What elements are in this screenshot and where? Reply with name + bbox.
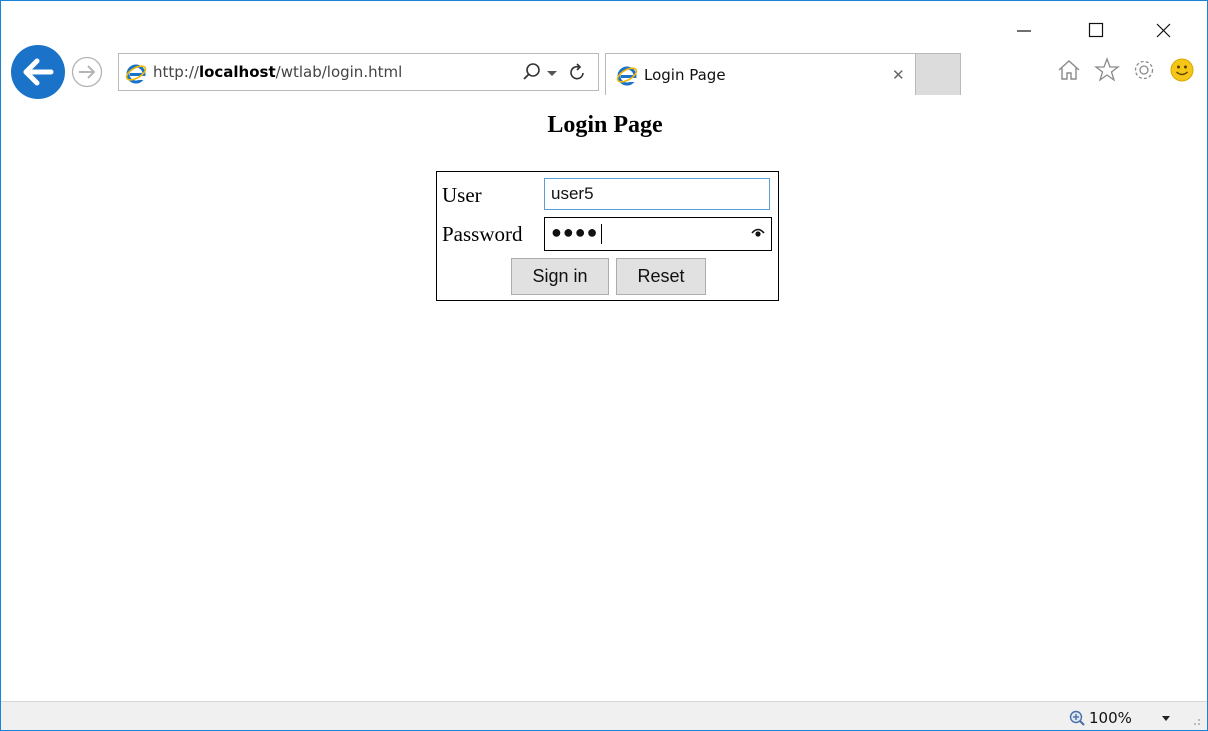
- window-close-button[interactable]: [1143, 15, 1183, 45]
- maximize-button[interactable]: [1076, 15, 1116, 45]
- browser-window: http://localhost/wtlab/login.html Login …: [0, 0, 1208, 731]
- search-icon[interactable]: [522, 62, 542, 82]
- tab-login-page[interactable]: Login Page ✕: [605, 53, 916, 95]
- favorites-star-icon[interactable]: [1094, 57, 1120, 83]
- window-close-icon: [1156, 23, 1171, 38]
- dropdown-icon[interactable]: [546, 68, 558, 78]
- back-arrow-icon: [11, 45, 65, 99]
- password-input[interactable]: ●●●●: [544, 217, 772, 251]
- home-icon[interactable]: [1056, 57, 1082, 83]
- zoom-level[interactable]: 100%: [1089, 709, 1132, 727]
- maximize-icon: [1088, 22, 1104, 38]
- user-label: User: [442, 183, 482, 207]
- status-bar: 100%: [1, 701, 1207, 730]
- refresh-icon[interactable]: [568, 62, 588, 82]
- ie-logo-icon: [616, 66, 638, 86]
- chevron-down-icon[interactable]: [1160, 715, 1172, 723]
- password-label: Password: [442, 222, 523, 246]
- minimize-icon: [1017, 30, 1031, 32]
- address-url: http://localhost/wtlab/login.html: [153, 63, 403, 81]
- resize-grip-icon[interactable]: [1189, 714, 1201, 726]
- close-icon[interactable]: ✕: [892, 66, 905, 84]
- zoom-icon[interactable]: [1069, 710, 1085, 726]
- new-tab-button[interactable]: [916, 53, 961, 95]
- login-form: User user5 Password ●●●● Sign in Reset: [436, 171, 779, 301]
- ie-logo-icon: [125, 64, 147, 84]
- feedback-smiley-icon[interactable]: [1169, 57, 1195, 83]
- password-reveal-icon[interactable]: [751, 227, 765, 239]
- reset-button[interactable]: Reset: [616, 258, 706, 295]
- tab-title: Login Page: [644, 66, 726, 84]
- page-title: Login Page: [547, 112, 663, 138]
- sign-in-button[interactable]: Sign in: [511, 258, 609, 295]
- minimize-button[interactable]: [1003, 15, 1043, 45]
- address-bar[interactable]: http://localhost/wtlab/login.html: [118, 53, 599, 91]
- forward-button[interactable]: [71, 56, 103, 88]
- user-input[interactable]: user5: [544, 178, 770, 210]
- back-button[interactable]: [9, 43, 67, 101]
- settings-gear-icon[interactable]: [1131, 57, 1157, 83]
- forward-arrow-icon: [71, 56, 103, 88]
